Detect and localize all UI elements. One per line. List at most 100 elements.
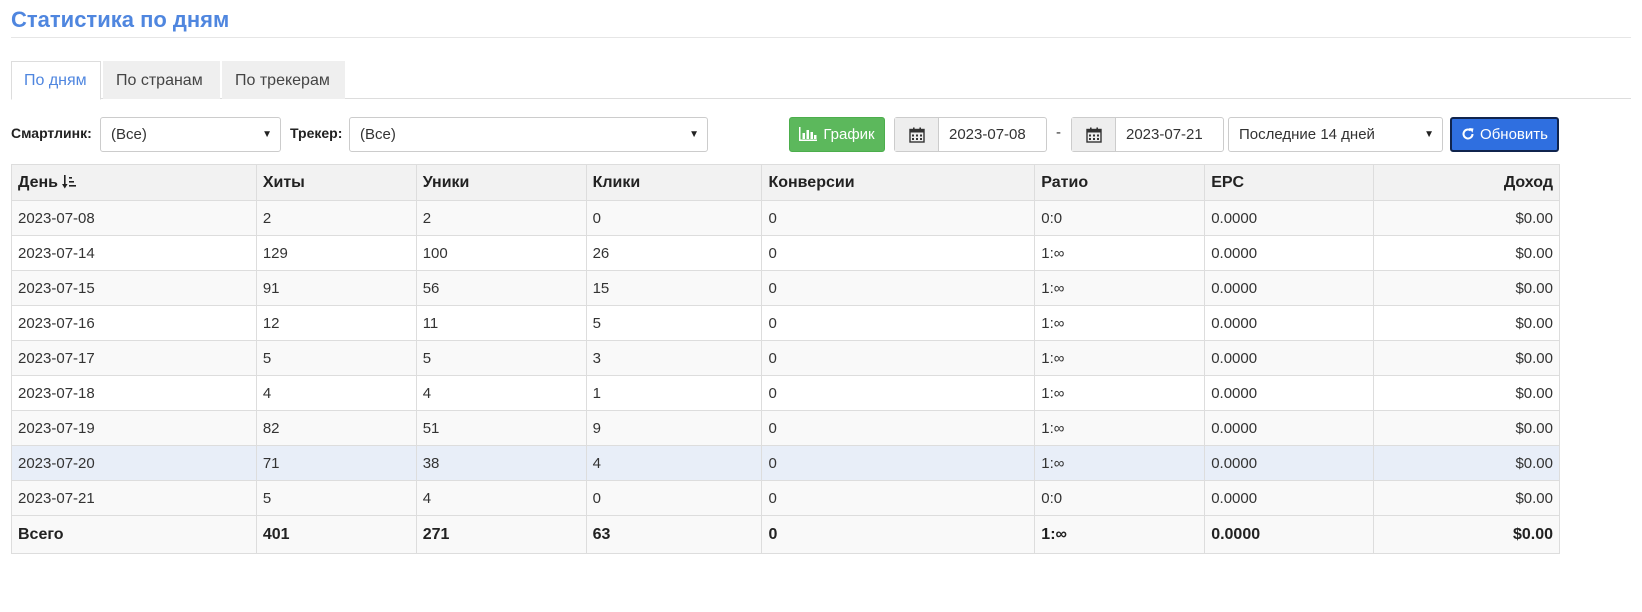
- table-row: 2023-07-17 5 5 3 0 1:∞ 0.0000 $0.00: [11, 340, 1560, 376]
- date-to-field[interactable]: 2023-07-21: [1071, 117, 1224, 152]
- period-select[interactable]: Последние 14 дней ▼: [1228, 117, 1443, 152]
- cell-day: 2023-07-21: [11, 480, 257, 516]
- cell-ratio: 1:∞: [1034, 375, 1206, 411]
- totals-income: $0.00: [1373, 515, 1560, 554]
- tab-by-countries[interactable]: По странам: [103, 61, 220, 99]
- cell-clicks: 5: [585, 305, 763, 341]
- chevron-down-icon: ▼: [262, 129, 272, 140]
- cell-day: 2023-07-17: [11, 340, 257, 376]
- column-header-ratio[interactable]: Ратио: [1034, 164, 1206, 201]
- chevron-down-icon: ▼: [689, 129, 699, 140]
- cell-income: $0.00: [1373, 340, 1560, 376]
- title-divider: [11, 37, 1631, 38]
- chart-button-label: График: [823, 126, 875, 143]
- totals-label: Всего: [11, 515, 257, 554]
- cell-clicks: 3: [585, 340, 763, 376]
- cell-uniques: 4: [415, 480, 587, 516]
- table-row: 2023-07-18 4 4 1 0 1:∞ 0.0000 $0.00: [11, 375, 1560, 411]
- cell-income: $0.00: [1373, 305, 1560, 341]
- cell-day: 2023-07-16: [11, 305, 257, 341]
- cell-income: $0.00: [1373, 410, 1560, 446]
- date-range-separator: -: [1056, 124, 1061, 141]
- table-row: 2023-07-21 5 4 0 0 0:0 0.0000 $0.00: [11, 480, 1560, 516]
- totals-conversions: 0: [761, 515, 1036, 554]
- cell-epc: 0.0000: [1204, 340, 1375, 376]
- refresh-button[interactable]: Обновить: [1450, 117, 1559, 152]
- cell-day: 2023-07-15: [11, 270, 257, 306]
- tracker-select[interactable]: (Все) ▼: [349, 117, 708, 152]
- chevron-down-icon: ▼: [1424, 129, 1434, 140]
- cell-conversions: 0: [761, 340, 1036, 376]
- column-header-clicks[interactable]: Клики: [585, 164, 763, 201]
- date-to-value: 2023-07-21: [1126, 126, 1203, 143]
- date-from-field[interactable]: 2023-07-08: [894, 117, 1047, 152]
- cell-hits: 4: [255, 375, 417, 411]
- table-header-row: День Хиты Уники Клики Конверсии Ратио EP…: [11, 164, 1560, 201]
- cell-ratio: 1:∞: [1034, 270, 1206, 306]
- cell-epc: 0.0000: [1204, 235, 1375, 271]
- table-row: 2023-07-20 71 38 4 0 1:∞ 0.0000 $0.00: [11, 445, 1560, 481]
- cell-ratio: 1:∞: [1034, 445, 1206, 481]
- cell-uniques: 51: [415, 410, 587, 446]
- cell-epc: 0.0000: [1204, 445, 1375, 481]
- page-title: Статистика по дням: [11, 7, 230, 32]
- calendar-icon[interactable]: [895, 118, 939, 151]
- cell-uniques: 100: [415, 235, 587, 271]
- cell-day: 2023-07-14: [11, 235, 257, 271]
- cell-uniques: 2: [415, 200, 587, 236]
- cell-income: $0.00: [1373, 445, 1560, 481]
- totals-hits: 401: [255, 515, 417, 554]
- cell-ratio: 0:0: [1034, 200, 1206, 236]
- tracker-label: Трекер:: [290, 125, 343, 141]
- tab-by-days[interactable]: По дням: [11, 61, 101, 100]
- cell-conversions: 0: [761, 445, 1036, 481]
- table-row: 2023-07-16 12 11 5 0 1:∞ 0.0000 $0.00: [11, 305, 1560, 341]
- stats-table: День Хиты Уники Клики Конверсии Ратио EP…: [11, 164, 1560, 554]
- column-header-uniques[interactable]: Уники: [415, 164, 587, 201]
- cell-clicks: 1: [585, 375, 763, 411]
- cell-conversions: 0: [761, 200, 1036, 236]
- column-header-hits[interactable]: Хиты: [255, 164, 417, 201]
- chart-button[interactable]: График: [789, 117, 885, 152]
- column-header-day[interactable]: День: [11, 164, 257, 201]
- cell-day: 2023-07-20: [11, 445, 257, 481]
- refresh-icon: [1462, 128, 1474, 140]
- cell-epc: 0.0000: [1204, 270, 1375, 306]
- cell-epc: 0.0000: [1204, 200, 1375, 236]
- cell-clicks: 9: [585, 410, 763, 446]
- cell-hits: 12: [255, 305, 417, 341]
- table-row: 2023-07-08 2 2 0 0 0:0 0.0000 $0.00: [11, 200, 1560, 236]
- cell-epc: 0.0000: [1204, 305, 1375, 341]
- column-header-income[interactable]: Доход: [1373, 164, 1560, 201]
- totals-clicks: 63: [585, 515, 763, 554]
- cell-epc: 0.0000: [1204, 410, 1375, 446]
- date-from-value: 2023-07-08: [949, 126, 1026, 143]
- cell-clicks: 15: [585, 270, 763, 306]
- smartlink-select[interactable]: (Все) ▼: [100, 117, 281, 152]
- tab-by-trackers[interactable]: По трекерам: [222, 61, 345, 99]
- cell-clicks: 0: [585, 200, 763, 236]
- cell-epc: 0.0000: [1204, 375, 1375, 411]
- cell-day: 2023-07-19: [11, 410, 257, 446]
- cell-clicks: 0: [585, 480, 763, 516]
- column-header-epc[interactable]: EPC: [1204, 164, 1375, 201]
- cell-ratio: 1:∞: [1034, 305, 1206, 341]
- cell-income: $0.00: [1373, 480, 1560, 516]
- cell-conversions: 0: [761, 480, 1036, 516]
- cell-income: $0.00: [1373, 200, 1560, 236]
- cell-conversions: 0: [761, 375, 1036, 411]
- cell-hits: 82: [255, 410, 417, 446]
- cell-conversions: 0: [761, 410, 1036, 446]
- cell-hits: 129: [255, 235, 417, 271]
- sort-icon: [62, 174, 76, 188]
- table-row: 2023-07-14 129 100 26 0 1:∞ 0.0000 $0.00: [11, 235, 1560, 271]
- cell-uniques: 38: [415, 445, 587, 481]
- cell-ratio: 1:∞: [1034, 410, 1206, 446]
- cell-clicks: 4: [585, 445, 763, 481]
- totals-ratio: 1:∞: [1034, 515, 1206, 554]
- stats-page: Статистика по дням По дням По странам По…: [0, 0, 1642, 612]
- cell-income: $0.00: [1373, 375, 1560, 411]
- bar-chart-icon: [799, 127, 818, 141]
- calendar-icon[interactable]: [1072, 118, 1116, 151]
- column-header-conversions[interactable]: Конверсии: [761, 164, 1036, 201]
